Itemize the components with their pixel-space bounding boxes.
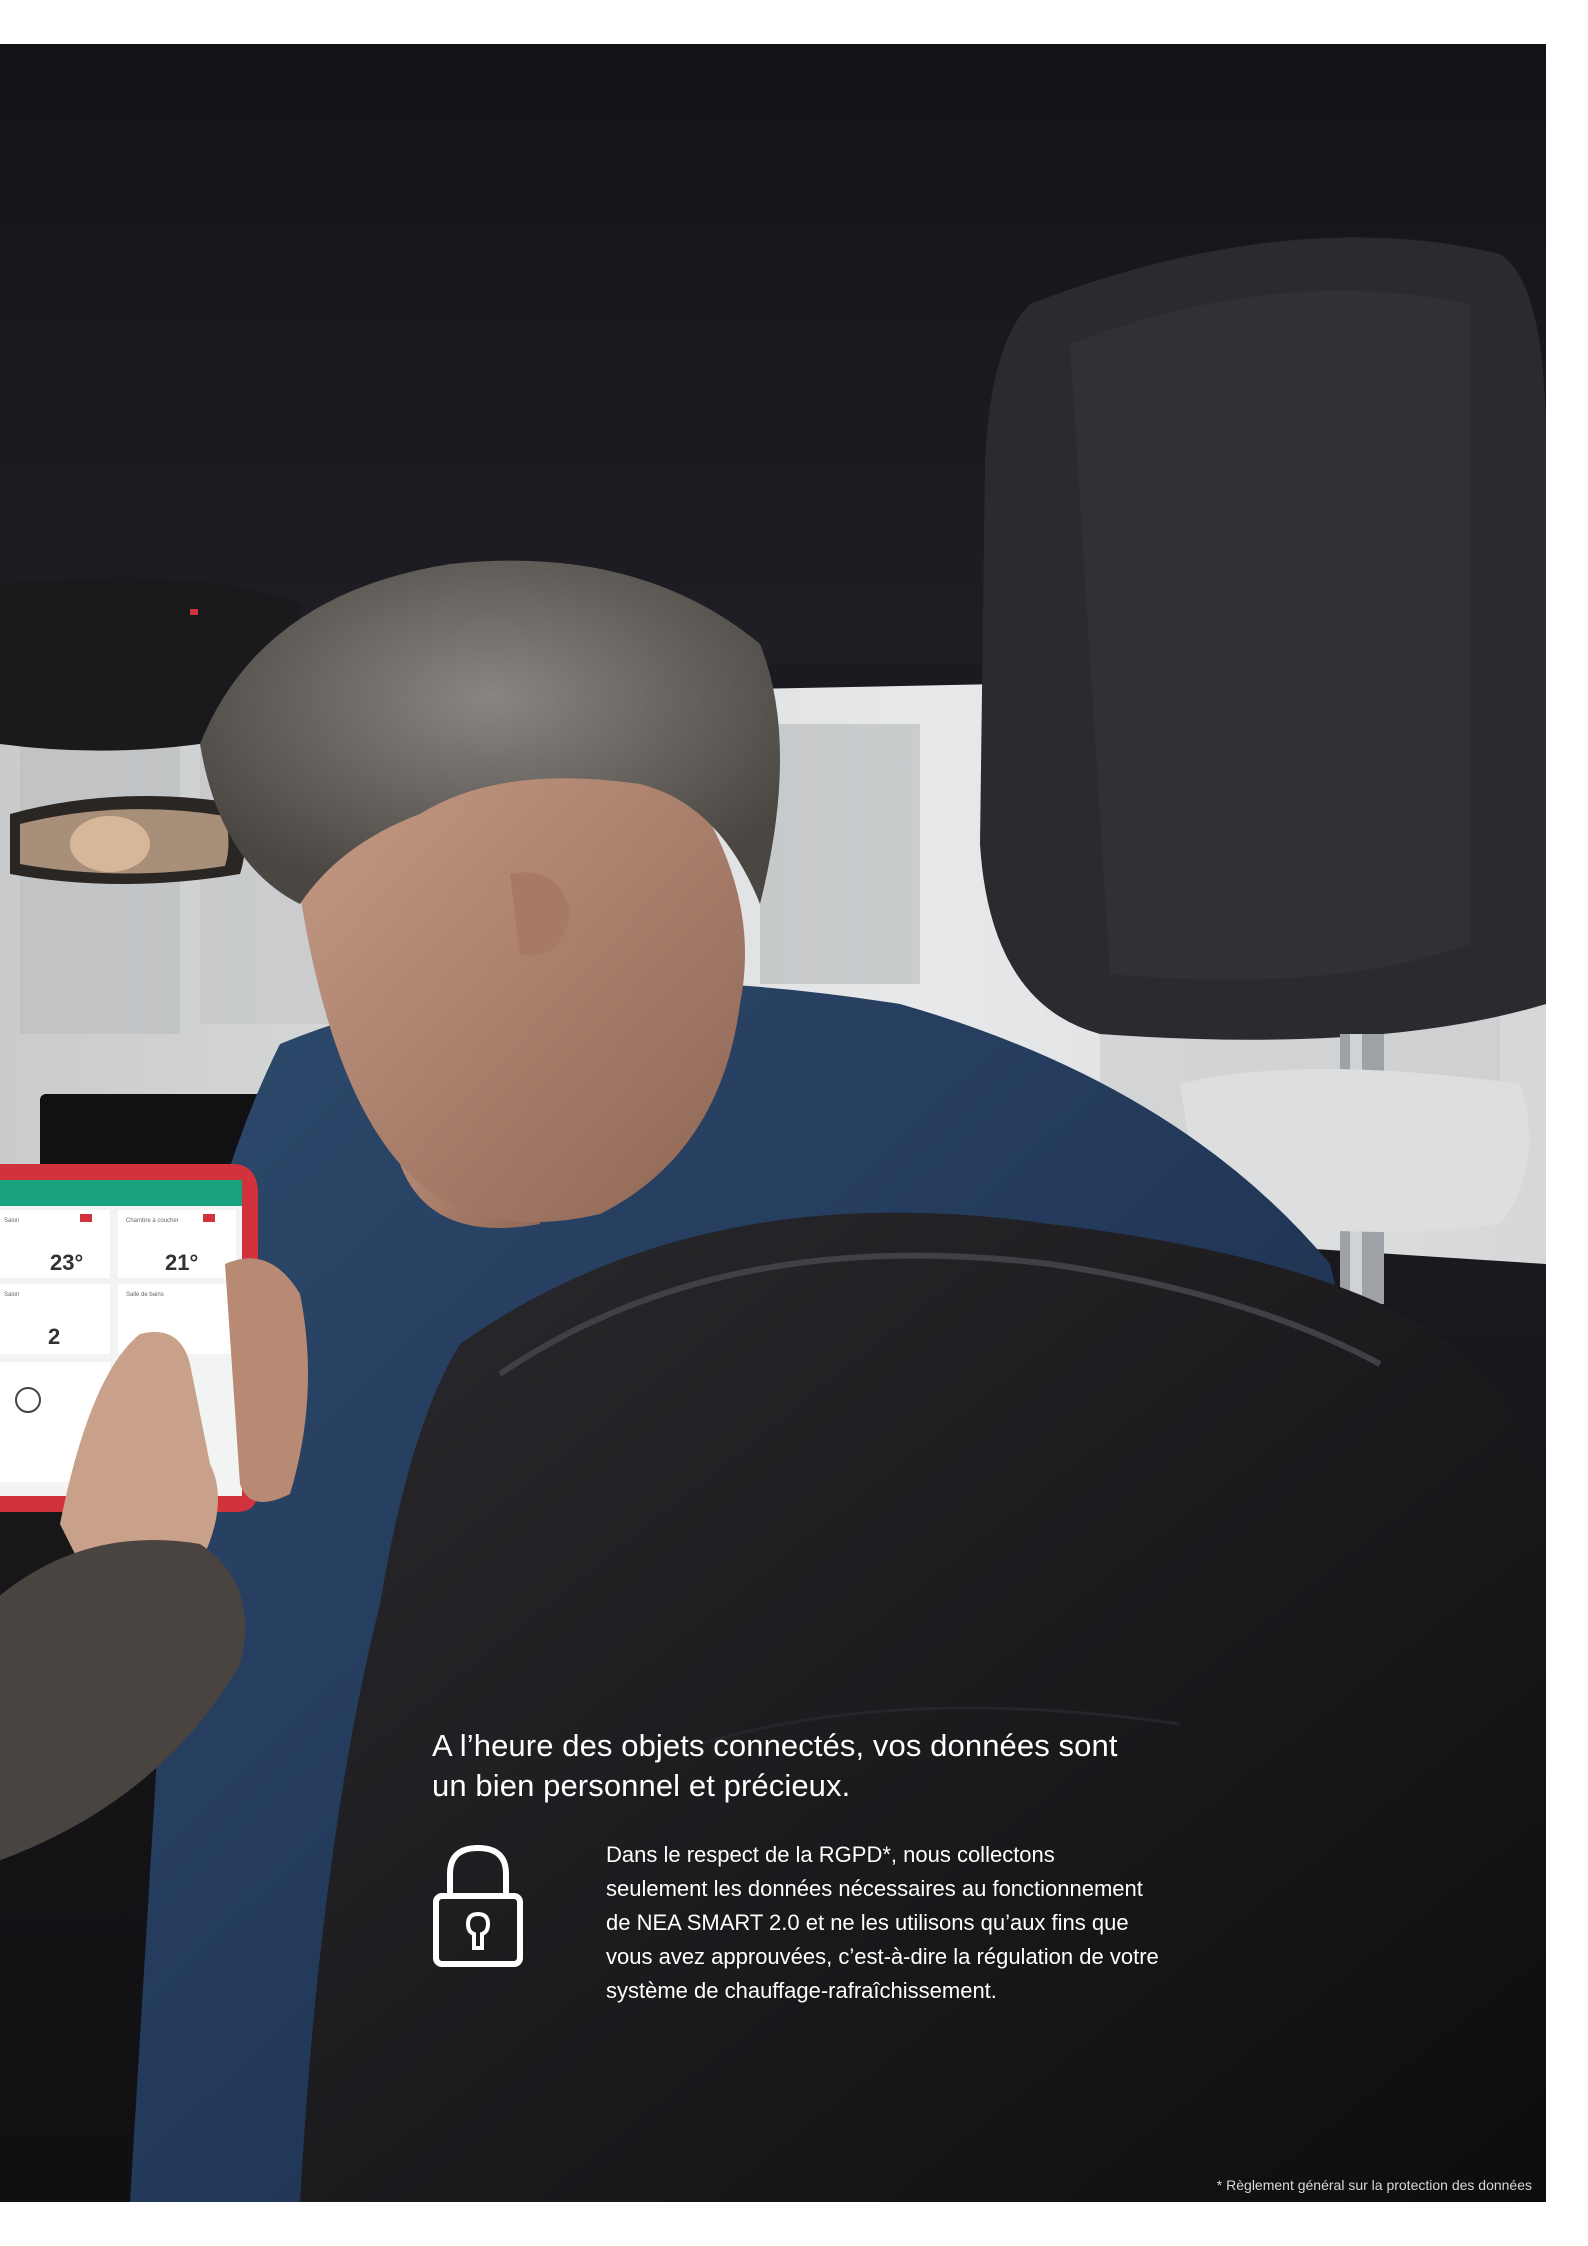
headline: A l’heure des objets connectés, vos donn… — [432, 1726, 1192, 1806]
lock-icon — [432, 1840, 524, 1970]
headline-line-2: un bien personnel et précieux. — [432, 1768, 851, 1803]
body-line-2: seulement les données nécessaires au fon… — [606, 1876, 1143, 1901]
body-line-4: vous avez approuvées, c’est-à-dire la ré… — [606, 1944, 1159, 1969]
tile-temp-3: 2 — [48, 1324, 60, 1349]
body-line-3: de NEA SMART 2.0 et ne les utilisons qu’… — [606, 1910, 1129, 1935]
tile-temp-1: 23° — [50, 1250, 83, 1275]
front-seat — [300, 1212, 1546, 2202]
tile-label-1: Salon — [4, 1218, 19, 1224]
tile-label-4: Salle de bains — [126, 1292, 164, 1298]
app-header — [0, 1180, 242, 1206]
body-line-1: Dans le respect de la RGPD*, nous collec… — [606, 1842, 1055, 1867]
tile-temp-2: 21° — [165, 1250, 198, 1275]
body-paragraph: Dans le respect de la RGPD*, nous collec… — [606, 1838, 1166, 2008]
headline-line-1: A l’heure des objets connectés, vos donn… — [432, 1728, 1118, 1763]
tile-label-2: Chambre à coucher — [126, 1218, 179, 1224]
tile-label-3: Salon — [4, 1292, 19, 1298]
body-line-5: système de chauffage-rafraîchissement. — [606, 1978, 997, 2003]
footnote: * Règlement général sur la protection de… — [1216, 2177, 1532, 2193]
